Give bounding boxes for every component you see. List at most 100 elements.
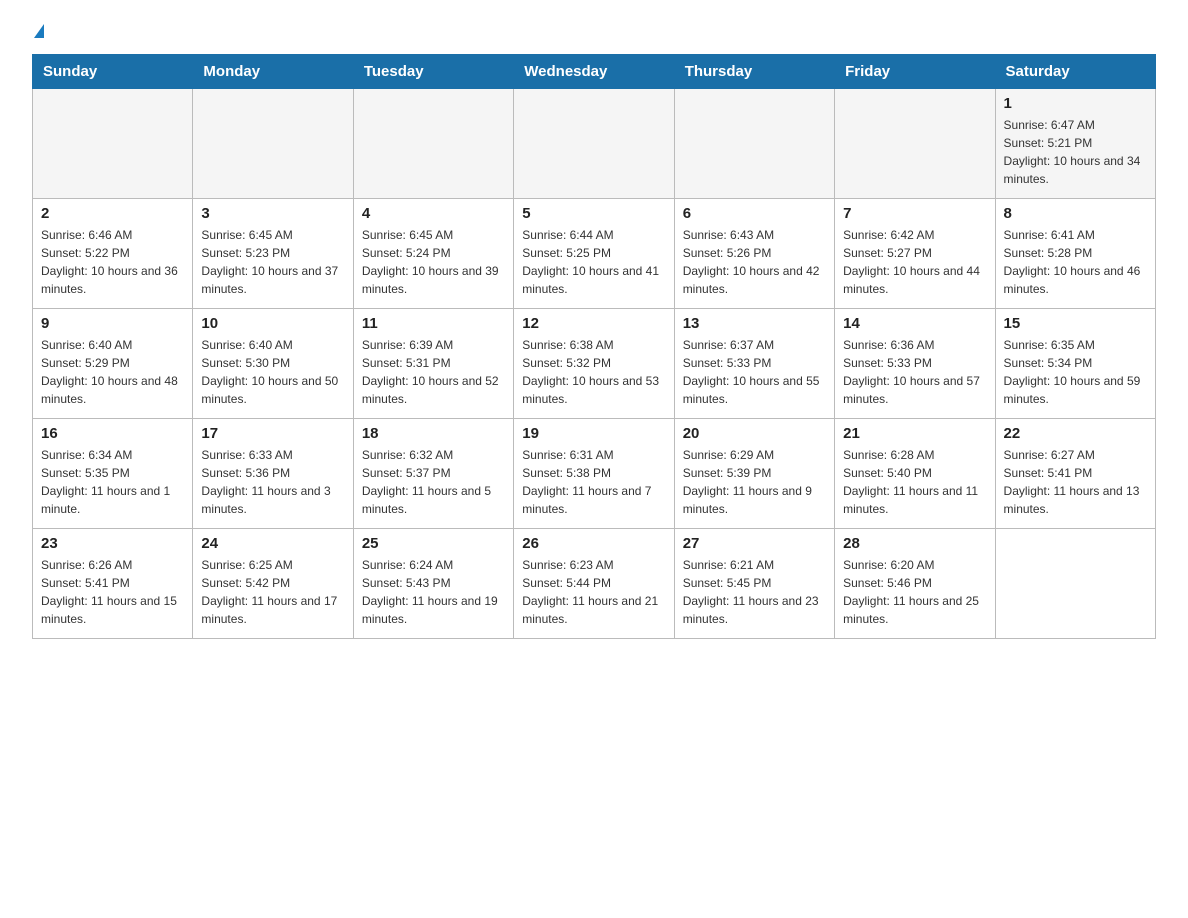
logo	[32, 24, 44, 38]
day-number: 20	[683, 425, 826, 442]
calendar-cell: 14 Sunrise: 6:36 AM Sunset: 5:33 PM Dayli…	[835, 309, 995, 419]
day-of-week-header: Saturday	[995, 55, 1155, 89]
calendar-cell	[514, 89, 674, 199]
calendar-cell: 10 Sunrise: 6:40 AM Sunset: 5:30 PM Dayli…	[193, 309, 353, 419]
day-info: Sunrise: 6:46 AM Sunset: 5:22 PM Dayligh…	[41, 226, 184, 298]
day-number: 9	[41, 315, 184, 332]
day-number: 14	[843, 315, 986, 332]
calendar-cell: 11 Sunrise: 6:39 AM Sunset: 5:31 PM Dayli…	[353, 309, 513, 419]
day-number: 6	[683, 205, 826, 222]
day-info: Sunrise: 6:45 AM Sunset: 5:23 PM Dayligh…	[201, 226, 344, 298]
calendar-cell: 2 Sunrise: 6:46 AM Sunset: 5:22 PM Daylig…	[33, 199, 193, 309]
calendar-cell: 6 Sunrise: 6:43 AM Sunset: 5:26 PM Daylig…	[674, 199, 834, 309]
calendar-week-row: 9 Sunrise: 6:40 AM Sunset: 5:29 PM Daylig…	[33, 309, 1156, 419]
calendar-cell: 13 Sunrise: 6:37 AM Sunset: 5:33 PM Dayli…	[674, 309, 834, 419]
calendar-cell: 20 Sunrise: 6:29 AM Sunset: 5:39 PM Dayli…	[674, 419, 834, 529]
day-info: Sunrise: 6:40 AM Sunset: 5:30 PM Dayligh…	[201, 336, 344, 408]
day-info: Sunrise: 6:41 AM Sunset: 5:28 PM Dayligh…	[1004, 226, 1147, 298]
day-number: 12	[522, 315, 665, 332]
calendar-cell: 1 Sunrise: 6:47 AM Sunset: 5:21 PM Daylig…	[995, 89, 1155, 199]
calendar-cell: 5Sunrise: 6:44 AM Sunset: 5:25 PM Daylig…	[514, 199, 674, 309]
day-info: Sunrise: 6:27 AM Sunset: 5:41 PM Dayligh…	[1004, 446, 1147, 518]
calendar-cell: 23Sunrise: 6:26 AM Sunset: 5:41 PM Dayli…	[33, 529, 193, 639]
day-info: Sunrise: 6:35 AM Sunset: 5:34 PM Dayligh…	[1004, 336, 1147, 408]
calendar-cell	[674, 89, 834, 199]
calendar-cell: 3 Sunrise: 6:45 AM Sunset: 5:23 PM Daylig…	[193, 199, 353, 309]
day-info: Sunrise: 6:24 AM Sunset: 5:43 PM Dayligh…	[362, 556, 505, 628]
day-number: 22	[1004, 425, 1147, 442]
calendar-week-row: 1 Sunrise: 6:47 AM Sunset: 5:21 PM Daylig…	[33, 89, 1156, 199]
calendar-cell: 8 Sunrise: 6:41 AM Sunset: 5:28 PM Daylig…	[995, 199, 1155, 309]
day-number: 7	[843, 205, 986, 222]
calendar-week-row: 2 Sunrise: 6:46 AM Sunset: 5:22 PM Daylig…	[33, 199, 1156, 309]
calendar-cell	[995, 529, 1155, 639]
calendar-cell: 28 Sunrise: 6:20 AM Sunset: 5:46 PM Dayli…	[835, 529, 995, 639]
day-info: Sunrise: 6:36 AM Sunset: 5:33 PM Dayligh…	[843, 336, 986, 408]
calendar-cell: 4 Sunrise: 6:45 AM Sunset: 5:24 PM Daylig…	[353, 199, 513, 309]
day-number: 1	[1004, 95, 1147, 112]
calendar-cell: 27 Sunrise: 6:21 AM Sunset: 5:45 PM Dayli…	[674, 529, 834, 639]
calendar-cell	[835, 89, 995, 199]
calendar-table: SundayMondayTuesdayWednesdayThursdayFrid…	[32, 54, 1156, 639]
day-info: Sunrise: 6:45 AM Sunset: 5:24 PM Dayligh…	[362, 226, 505, 298]
day-of-week-header: Monday	[193, 55, 353, 89]
day-of-week-header: Wednesday	[514, 55, 674, 89]
day-number: 10	[201, 315, 344, 332]
calendar-cell: 26 Sunrise: 6:23 AM Sunset: 5:44 PM Dayli…	[514, 529, 674, 639]
page-header	[32, 24, 1156, 38]
calendar-cell: 17Sunrise: 6:33 AM Sunset: 5:36 PM Dayli…	[193, 419, 353, 529]
day-number: 26	[522, 535, 665, 552]
day-info: Sunrise: 6:25 AM Sunset: 5:42 PM Dayligh…	[201, 556, 344, 628]
day-info: Sunrise: 6:47 AM Sunset: 5:21 PM Dayligh…	[1004, 116, 1147, 188]
calendar-cell: 19 Sunrise: 6:31 AM Sunset: 5:38 PM Dayli…	[514, 419, 674, 529]
day-number: 11	[362, 315, 505, 332]
day-number: 28	[843, 535, 986, 552]
day-number: 24	[201, 535, 344, 552]
day-number: 4	[362, 205, 505, 222]
day-info: Sunrise: 6:31 AM Sunset: 5:38 PM Dayligh…	[522, 446, 665, 518]
day-number: 21	[843, 425, 986, 442]
calendar-cell: 22 Sunrise: 6:27 AM Sunset: 5:41 PM Dayli…	[995, 419, 1155, 529]
calendar-cell: 15 Sunrise: 6:35 AM Sunset: 5:34 PM Dayli…	[995, 309, 1155, 419]
day-number: 17	[201, 425, 344, 442]
calendar-cell: 25 Sunrise: 6:24 AM Sunset: 5:43 PM Dayli…	[353, 529, 513, 639]
calendar-cell: 16 Sunrise: 6:34 AM Sunset: 5:35 PM Dayli…	[33, 419, 193, 529]
calendar-cell: 21 Sunrise: 6:28 AM Sunset: 5:40 PM Dayli…	[835, 419, 995, 529]
day-info: Sunrise: 6:38 AM Sunset: 5:32 PM Dayligh…	[522, 336, 665, 408]
day-number: 2	[41, 205, 184, 222]
day-of-week-header: Thursday	[674, 55, 834, 89]
day-number: 25	[362, 535, 505, 552]
day-info: Sunrise: 6:29 AM Sunset: 5:39 PM Dayligh…	[683, 446, 826, 518]
calendar-week-row: 16 Sunrise: 6:34 AM Sunset: 5:35 PM Dayli…	[33, 419, 1156, 529]
day-of-week-header: Tuesday	[353, 55, 513, 89]
day-info: Sunrise: 6:28 AM Sunset: 5:40 PM Dayligh…	[843, 446, 986, 518]
day-info: Sunrise: 6:23 AM Sunset: 5:44 PM Dayligh…	[522, 556, 665, 628]
calendar-cell: 7 Sunrise: 6:42 AM Sunset: 5:27 PM Daylig…	[835, 199, 995, 309]
day-number: 23	[41, 535, 184, 552]
calendar-cell	[33, 89, 193, 199]
day-info: Sunrise: 6:40 AM Sunset: 5:29 PM Dayligh…	[41, 336, 184, 408]
day-number: 16	[41, 425, 184, 442]
day-info: Sunrise: 6:21 AM Sunset: 5:45 PM Dayligh…	[683, 556, 826, 628]
day-number: 18	[362, 425, 505, 442]
day-of-week-header: Sunday	[33, 55, 193, 89]
logo-triangle-icon	[34, 24, 44, 38]
day-number: 19	[522, 425, 665, 442]
day-info: Sunrise: 6:32 AM Sunset: 5:37 PM Dayligh…	[362, 446, 505, 518]
day-number: 3	[201, 205, 344, 222]
day-info: Sunrise: 6:20 AM Sunset: 5:46 PM Dayligh…	[843, 556, 986, 628]
calendar-cell: 9 Sunrise: 6:40 AM Sunset: 5:29 PM Daylig…	[33, 309, 193, 419]
day-info: Sunrise: 6:34 AM Sunset: 5:35 PM Dayligh…	[41, 446, 184, 518]
day-info: Sunrise: 6:44 AM Sunset: 5:25 PM Dayligh…	[522, 226, 665, 298]
day-number: 8	[1004, 205, 1147, 222]
day-info: Sunrise: 6:42 AM Sunset: 5:27 PM Dayligh…	[843, 226, 986, 298]
calendar-cell	[353, 89, 513, 199]
calendar-cell: 24 Sunrise: 6:25 AM Sunset: 5:42 PM Dayli…	[193, 529, 353, 639]
day-info: Sunrise: 6:37 AM Sunset: 5:33 PM Dayligh…	[683, 336, 826, 408]
day-number: 13	[683, 315, 826, 332]
day-info: Sunrise: 6:43 AM Sunset: 5:26 PM Dayligh…	[683, 226, 826, 298]
day-info: Sunrise: 6:39 AM Sunset: 5:31 PM Dayligh…	[362, 336, 505, 408]
calendar-header-row: SundayMondayTuesdayWednesdayThursdayFrid…	[33, 55, 1156, 89]
day-number: 15	[1004, 315, 1147, 332]
day-number: 27	[683, 535, 826, 552]
